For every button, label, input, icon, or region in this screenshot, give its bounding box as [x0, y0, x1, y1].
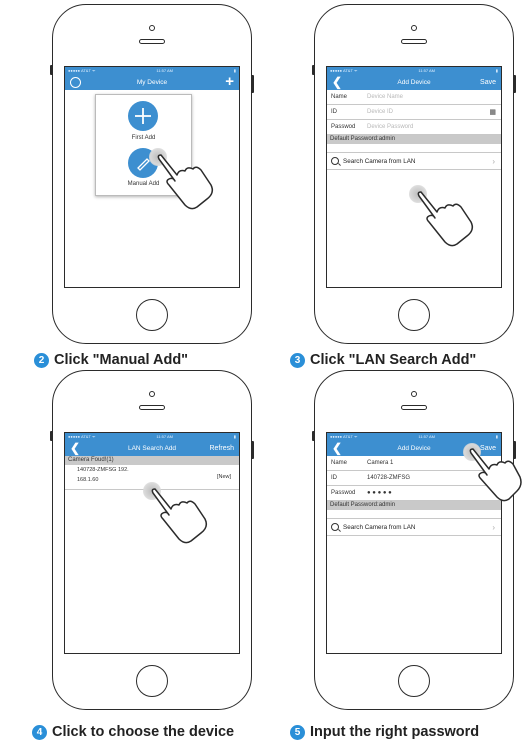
- name-label: Name: [331, 460, 348, 466]
- nav-bar: My Device +: [65, 74, 239, 90]
- carrier-text: ●●●●● AT&T ᯤ: [330, 68, 358, 73]
- id-label: ID: [331, 475, 337, 481]
- side-button: [251, 75, 254, 93]
- chevron-right-icon: ›: [492, 522, 495, 532]
- side-button: [513, 75, 516, 93]
- password-row: Passwod Device Password: [327, 120, 501, 135]
- device-id-text: 140728-ZMFSG 192.: [77, 467, 129, 473]
- time-text: 11:57 AM: [418, 68, 435, 73]
- password-input[interactable]: Device Password: [367, 124, 413, 130]
- side-button: [312, 65, 315, 75]
- first-add-button[interactable]: [128, 101, 158, 131]
- app-screen: ●●●●● AT&T ᯤ 11:57 AM ▮ ❮ Add Device Sav…: [326, 66, 502, 288]
- id-row: ID Device ID ▦: [327, 105, 501, 120]
- step-number-badge: 4: [32, 724, 47, 740]
- step-number-badge: 3: [290, 352, 305, 368]
- side-button: [312, 431, 315, 441]
- lan-search-label: Search Camera from LAN: [343, 523, 416, 531]
- front-camera: [149, 391, 155, 397]
- password-label: Passwod: [331, 490, 356, 496]
- name-input[interactable]: Camera 1: [367, 460, 393, 466]
- status-bar: ●●●●● AT&T ᯤ 11:57 AM ▮: [327, 67, 501, 74]
- side-button: [50, 65, 53, 75]
- carrier-text: ●●●●● AT&T ᯤ: [68, 434, 96, 439]
- earpiece-speaker: [139, 39, 165, 44]
- step-caption-text: Input the right password: [310, 724, 480, 740]
- step-caption-text: Click to choose the device: [52, 724, 235, 740]
- home-button: [136, 299, 168, 331]
- front-camera: [411, 25, 417, 31]
- search-icon: [331, 523, 339, 531]
- step-number-badge: 2: [34, 352, 49, 368]
- battery-icon: ▮: [495, 434, 498, 439]
- battery-icon: ▮: [233, 434, 236, 439]
- step-caption: 5 Input the right password: [290, 724, 479, 740]
- id-input[interactable]: 140728-ZMFSG: [367, 475, 410, 481]
- front-camera: [149, 25, 155, 31]
- lan-search-row[interactable]: Search Camera from LAN ›: [327, 518, 501, 536]
- step-caption: 3 Click "LAN Search Add": [290, 352, 476, 368]
- plus-icon: [135, 108, 151, 124]
- status-bar: ●●●●● AT&T ᯤ 11:57 AM ▮: [65, 67, 239, 74]
- page-title: My Device: [136, 78, 168, 86]
- status-bar: ●●●●● AT&T ᯤ 11:57 AM ▮: [327, 433, 501, 440]
- password-input[interactable]: ● ● ● ● ●: [367, 490, 392, 496]
- home-button: [398, 665, 430, 697]
- name-input[interactable]: Device Name: [367, 94, 403, 100]
- id-label: ID: [331, 109, 337, 115]
- step-caption-text: Click "Manual Add": [54, 352, 189, 368]
- new-badge: [New]: [216, 474, 231, 480]
- first-add-label: First Add: [131, 135, 156, 141]
- earpiece-speaker: [401, 405, 427, 410]
- time-text: 11:57 AM: [156, 68, 173, 73]
- home-button: [136, 665, 168, 697]
- earpiece-speaker: [139, 405, 165, 410]
- page-title: Add Device: [397, 78, 431, 86]
- name-label: Name: [331, 94, 348, 100]
- battery-icon: ▮: [495, 68, 498, 73]
- side-button: [251, 441, 254, 459]
- camera-found-header: Camera Foud!(1): [65, 456, 239, 465]
- battery-icon: ▮: [233, 68, 236, 73]
- page-title: LAN Search Add: [127, 444, 177, 452]
- lan-search-row[interactable]: Search Camera from LAN ›: [327, 152, 501, 170]
- pointing-hand-icon: [157, 154, 214, 210]
- chevron-right-icon: ›: [492, 156, 495, 166]
- time-text: 11:57 AM: [418, 434, 435, 439]
- name-row: Name Device Name: [327, 90, 501, 105]
- pointing-hand-icon: [469, 448, 522, 502]
- side-button: [50, 431, 53, 441]
- nav-bar: ❮ Add Device Save: [327, 74, 501, 90]
- carrier-text: ●●●●● AT&T ᯤ: [330, 434, 358, 439]
- device-ip-text: 168.1.60: [77, 477, 99, 483]
- lan-search-label: Search Camera from LAN: [343, 157, 416, 165]
- front-camera: [411, 391, 417, 397]
- status-bar: ●●●●● AT&T ᯤ 11:57 AM ▮: [65, 433, 239, 440]
- home-button: [398, 299, 430, 331]
- phone-step-5: ●●●●● AT&T ᯤ 11:57 AM ▮ ❮ Add Device Sav…: [312, 370, 522, 710]
- pointing-hand-icon: [417, 191, 474, 247]
- phone-step-2: ●●●●● AT&T ᯤ 11:57 AM ▮ My Device + Firs…: [50, 4, 254, 344]
- id-input[interactable]: Device ID: [367, 109, 393, 115]
- step-caption: 4 Click to choose the device: [32, 724, 234, 740]
- step-caption: 2 Click "Manual Add": [34, 352, 188, 368]
- time-text: 11:57 AM: [156, 434, 173, 439]
- earpiece-speaker: [401, 39, 427, 44]
- pointing-hand-icon: [151, 488, 208, 544]
- carrier-text: ●●●●● AT&T ᯤ: [68, 68, 96, 73]
- nav-bar: ❮ LAN Search Add Refresh: [65, 440, 239, 456]
- search-icon: [331, 157, 339, 165]
- password-label: Passwod: [331, 124, 356, 130]
- phone-step-4: ●●●●● AT&T ᯤ 11:57 AM ▮ ❮ LAN Search Add…: [50, 370, 254, 710]
- step-number-badge: 5: [290, 724, 305, 740]
- phone-step-3: ●●●●● AT&T ᯤ 11:57 AM ▮ ❮ Add Device Sav…: [312, 4, 516, 344]
- qr-code-icon[interactable]: ▦: [489, 108, 496, 116]
- default-password-note: Default Password:admin: [327, 135, 501, 144]
- step-caption-text: Click "LAN Search Add": [310, 352, 477, 368]
